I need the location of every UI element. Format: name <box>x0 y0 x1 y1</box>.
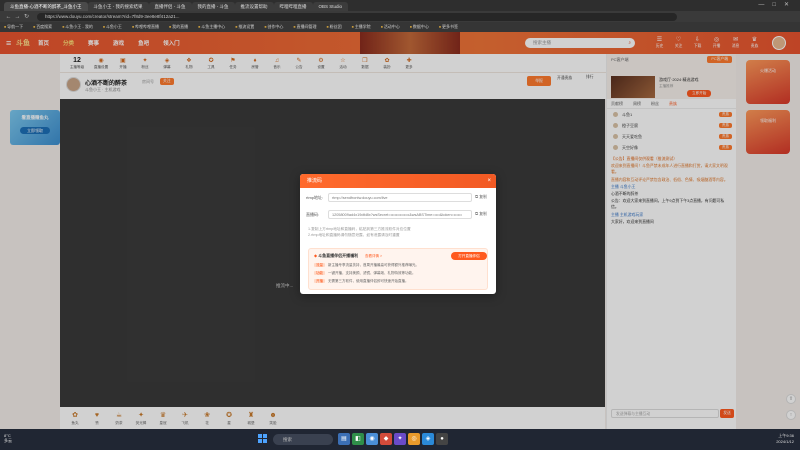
open-assistant-button[interactable]: 打开直播伴侣 <box>451 252 487 260</box>
promo-tag: 流量 <box>314 263 325 267</box>
key-row: 直播码: 12058009ad4x19dfd8x?wsSecret=••••••… <box>300 209 496 222</box>
forward-icon[interactable]: → <box>13 14 22 20</box>
bookmark-item[interactable]: 哔哩哔哩直播 <box>132 24 159 30</box>
rtmp-label: rtmp地址: <box>306 195 324 200</box>
taskbar-apps: ▤ ◧ ◉ ◆ ✦ ◎ ◈ ● <box>338 433 450 445</box>
bookmarks-bar: 导航一下 百度搜索 斗鱼小王 - 我的 斗鱼小王 哔哩哔哩直播 我的直播 斗鱼主播中心 推流设… <box>0 22 800 32</box>
promo-title-text: 斗鱼直播伴侣开播福利 <box>318 253 359 258</box>
promo-text: 无需第三方软件，使用直播伴侣即可快速开始直播。 <box>328 279 409 283</box>
stream-key-field[interactable]: 12058009ad4x19dfd8x?wsSecret=•••••••••••… <box>328 210 472 219</box>
app-icon[interactable]: ✦ <box>394 433 406 445</box>
bookmark-item[interactable]: 创作中心 <box>264 24 283 30</box>
bookmark-item[interactable]: 我的直播 <box>169 24 188 30</box>
app-icon[interactable]: ◆ <box>380 433 392 445</box>
rtmp-field[interactable]: rtmp://sendfrontw.douyu.com/live <box>328 193 472 202</box>
reload-icon[interactable]: ↻ <box>22 13 31 20</box>
promo-detail-link[interactable]: 查看详情 > <box>365 254 382 259</box>
app-icon[interactable]: ◈ <box>422 433 434 445</box>
bookmark-item[interactable]: 更多书签 <box>439 24 458 30</box>
bookmark-item[interactable]: 推流设置 <box>235 24 254 30</box>
copy-icon: ⧉ <box>475 211 479 216</box>
key-label: 直播码: <box>306 212 320 217</box>
bookmark-item[interactable]: 数据中心 <box>410 24 429 30</box>
system-tray[interactable]: 上午9:36 2024/1/12 <box>776 433 794 445</box>
clock-date: 2024/1/12 <box>776 439 794 444</box>
weather-widget[interactable]: 8°C 多云 <box>4 433 12 443</box>
promo-tag: 功能 <box>314 271 325 275</box>
copy-icon: ⧉ <box>475 194 479 199</box>
taskbar: 8°C 多云 搜索 ▤ ◧ ◉ ◆ ✦ ◎ ◈ ● 上午9:36 2024/1/… <box>0 429 800 450</box>
store-icon[interactable]: ◧ <box>352 433 364 445</box>
assistant-promo: ◆ 斗鱼直播伴侣开播福利 查看详情 > 打开直播伴侣 流量 新主播专享流量扶持，首… <box>308 248 488 290</box>
copy-rtmp-button[interactable]: ⧉复制 <box>475 194 487 200</box>
modal-hints: 1.复制上方rtmp地址和直播码，粘贴到第三方推流软件对应位置 2.rtmp地址… <box>308 226 496 238</box>
bookmark-item[interactable]: 活动中心 <box>381 24 400 30</box>
obs-icon[interactable]: ● <box>436 433 448 445</box>
window-controls[interactable]: —□✕ <box>758 1 797 8</box>
taskbar-search[interactable]: 搜索 <box>273 434 333 445</box>
app-icon[interactable]: ◎ <box>408 433 420 445</box>
promo-tag: 开播 <box>314 279 325 283</box>
bookmark-item[interactable]: 粉丝团 <box>327 24 342 30</box>
hint-2: 2.rtmp地址和直播码请勿随意泄露，如有泄露请及时重置 <box>308 233 400 237</box>
copy-label: 复制 <box>479 212 487 216</box>
bookmark-item[interactable]: 斗鱼主播中心 <box>198 24 225 30</box>
bookmark-item[interactable]: 直播间管理 <box>293 24 317 30</box>
promo-line: 开播 无需第三方软件，使用直播伴侣即可快速开始直播。 <box>314 279 409 284</box>
browser-tab[interactable]: 哔哩哔哩直播 <box>273 2 313 11</box>
promo-line: 功能 一键开播，支持美颜、滤镜、弹幕姬、礼物特效等功能。 <box>314 271 416 276</box>
browser-tab[interactable]: 斗鱼小王 - 我的搜索结果 <box>87 2 149 11</box>
bookmark-item[interactable]: 斗鱼小王 <box>103 24 122 30</box>
browser-tab-bar: 斗鱼直播-心酒不断的醉茶_斗鱼小王 斗鱼小王 - 我的搜索结果 直播伴侣 - 斗鱼我… <box>0 0 800 11</box>
browser-tab[interactable]: 推流设置帮助 <box>234 2 274 11</box>
modal-header: 推流码 × <box>300 174 496 188</box>
browser-tab[interactable]: 直播伴侣 - 斗鱼 <box>148 2 192 11</box>
file-explorer-icon[interactable]: ▤ <box>338 433 350 445</box>
browser-tab[interactable]: OBS Studio <box>312 2 349 11</box>
promo-line: 流量 新主播专享流量扶持，首周开播最高可获得额外推荐曝光。 <box>314 263 419 268</box>
browser-tab[interactable]: 斗鱼直播-心酒不断的醉茶_斗鱼小王 <box>4 2 88 11</box>
bookmark-item[interactable]: 主播学院 <box>352 24 371 30</box>
browser-tab[interactable]: 我的直播 - 斗鱼 <box>191 2 235 11</box>
back-icon[interactable]: ← <box>4 14 13 20</box>
address-bar: ← → ↻ https://www.douyu.com/creator/stre… <box>0 11 800 22</box>
start-icon[interactable] <box>258 434 268 444</box>
bookmark-item[interactable]: 百度搜索 <box>33 24 52 30</box>
bookmark-item[interactable]: 导航一下 <box>4 24 23 30</box>
modal-title: 推流码 <box>307 178 323 184</box>
url-input[interactable]: https://www.douyu.com/creator/stream?rid… <box>37 12 677 21</box>
bookmark-item[interactable]: 斗鱼小王 - 我的 <box>62 24 93 30</box>
stream-key-modal: 推流码 × rtmp地址: rtmp://sendfrontw.douyu.co… <box>300 174 496 294</box>
copy-label: 复制 <box>479 195 487 199</box>
weather-desc: 多云 <box>4 438 12 443</box>
copy-key-button[interactable]: ⧉复制 <box>475 211 487 217</box>
browser-icon[interactable]: ◉ <box>366 433 378 445</box>
rtmp-row: rtmp地址: rtmp://sendfrontw.douyu.com/live… <box>300 192 496 205</box>
promo-text: 新主播专享流量扶持，首周开播最高可获得额外推荐曝光。 <box>328 263 419 267</box>
promo-title: ◆ 斗鱼直播伴侣开播福利 <box>314 253 358 259</box>
promo-text: 一键开播，支持美颜、滤镜、弹幕姬、礼物特效等功能。 <box>328 271 416 275</box>
close-icon[interactable]: × <box>487 174 491 188</box>
